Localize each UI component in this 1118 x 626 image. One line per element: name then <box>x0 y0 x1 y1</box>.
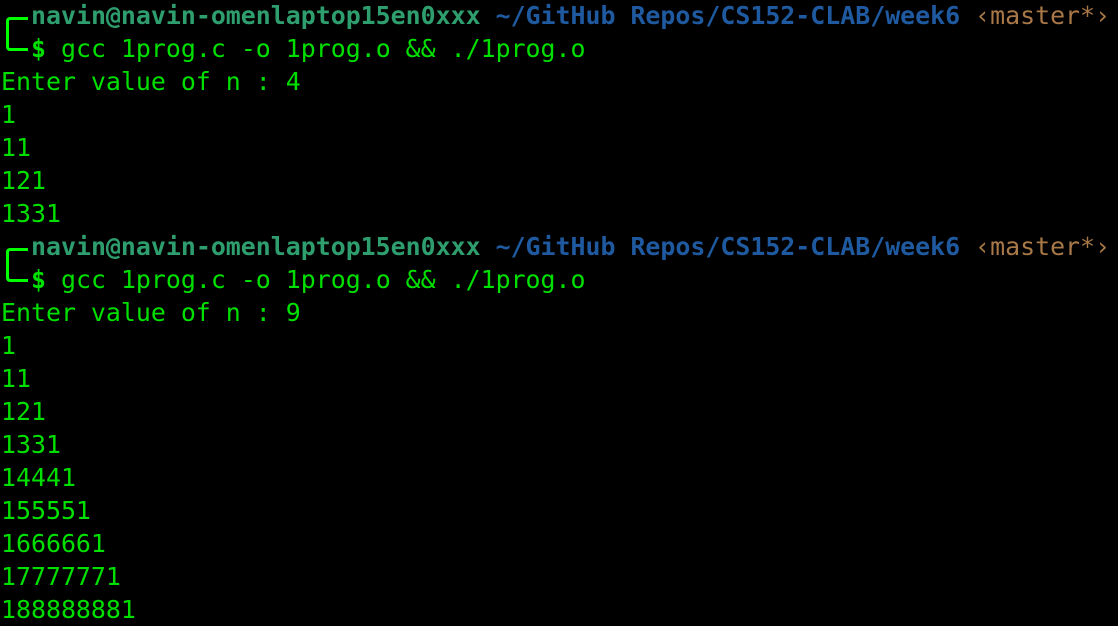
command-line: $ gcc 1prog.c -o 1prog.o && ./1prog.o <box>1 263 1110 296</box>
output-line: 121 <box>1 166 46 195</box>
command-text: gcc 1prog.c -o 1prog.o && ./1prog.o <box>61 34 586 63</box>
prompt-symbol: $ <box>31 34 46 63</box>
current-path: ~/GitHub Repos/CS152-CLAB/week6 <box>495 1 961 30</box>
terminal[interactable]: navin@navin-omenlaptop15en0xxx ~/GitHub … <box>1 0 1110 626</box>
output-line: 1 <box>1 331 16 360</box>
current-path: ~/GitHub Repos/CS152-CLAB/week6 <box>495 232 961 261</box>
prompt-bracket-icon <box>6 248 28 263</box>
output-line: Enter value of n : 9 <box>1 298 301 327</box>
command-text: gcc 1prog.c -o 1prog.o && ./1prog.o <box>61 265 586 294</box>
prompt-symbol: $ <box>31 265 46 294</box>
output-line: 1331 <box>1 199 61 228</box>
output-line: 1666661 <box>1 529 106 558</box>
output-line: 155551 <box>1 496 91 525</box>
output-line: 1331 <box>1 430 61 459</box>
output-line: 188888881 <box>1 595 136 624</box>
prompt-bracket-icon <box>6 263 28 282</box>
output-line: 14441 <box>1 463 76 492</box>
prompt-bracket-icon <box>6 17 28 32</box>
output-line: 121 <box>1 397 46 426</box>
output-line: 11 <box>1 364 31 393</box>
prompt-line: navin@navin-omenlaptop15en0xxx ~/GitHub … <box>1 230 1110 263</box>
output-line: 17777771 <box>1 562 121 591</box>
output-line: Enter value of n : 4 <box>1 67 301 96</box>
user-host: navin@navin-omenlaptop15en0xxx <box>31 232 481 261</box>
prompt-bracket-icon <box>6 32 28 51</box>
git-branch: ‹master*› <box>975 232 1111 261</box>
output-line: 1 <box>1 100 16 129</box>
command-line: $ gcc 1prog.c -o 1prog.o && ./1prog.o <box>1 32 1110 65</box>
user-host: navin@navin-omenlaptop15en0xxx <box>31 1 481 30</box>
prompt-line: navin@navin-omenlaptop15en0xxx ~/GitHub … <box>1 0 1110 32</box>
output-line: 11 <box>1 133 31 162</box>
git-branch: ‹master*› <box>975 1 1111 30</box>
